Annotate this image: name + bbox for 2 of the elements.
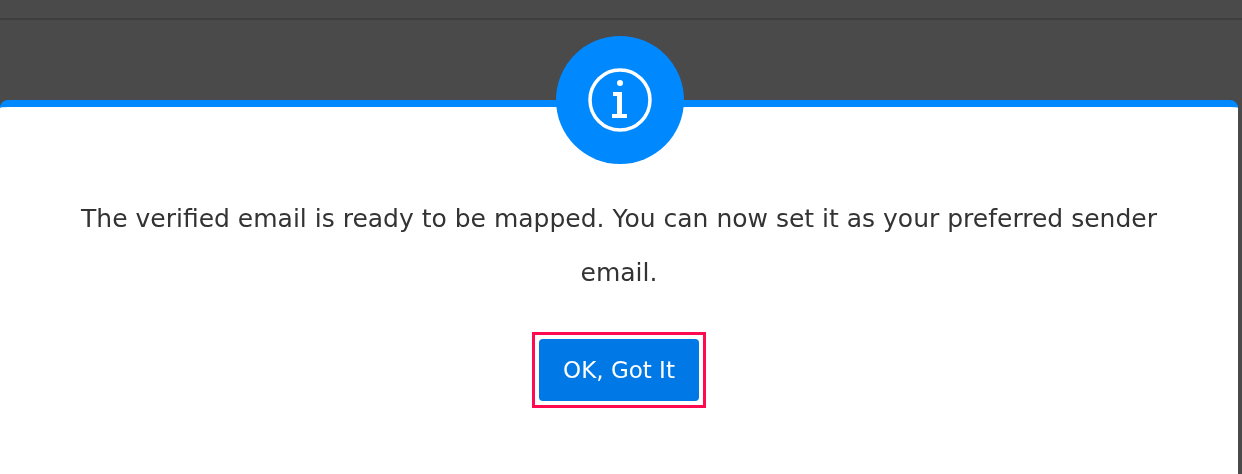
dialog-message: The verified email is ready to be mapped. You can now set it as your preferred sender email. xyxy=(80,203,1158,289)
ok-button[interactable]: OK, Got It xyxy=(539,339,699,401)
